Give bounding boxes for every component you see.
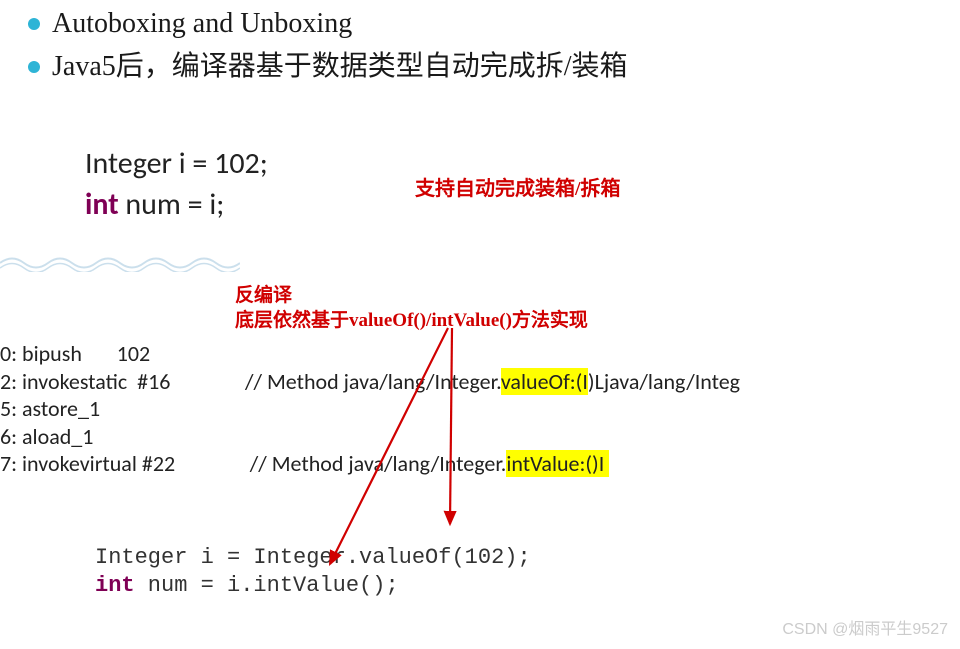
code-sample-autoboxing: Integer i = 102; int num = i;: [85, 144, 268, 225]
bullet-dot-icon: [28, 18, 40, 30]
bytecode-listing: 0: bipush 102 2: invokestatic #16 // Met…: [0, 340, 740, 478]
code-line-2: int num = i;: [85, 185, 268, 226]
bullet-text-2: Java5后，编译器基于数据类型自动完成拆/装箱: [52, 47, 628, 86]
annotation-support-autoboxing: 支持自动完成装箱/拆箱: [415, 172, 621, 201]
annotation-decompile-line2: 底层依然基于valueOf()/intValue()方法实现: [235, 309, 588, 334]
keyword-int: int: [95, 573, 135, 598]
keyword-int: int: [85, 186, 119, 223]
bullet-text-1: Autoboxing and Unboxing: [52, 4, 352, 43]
bullet-dot-icon: [28, 61, 40, 73]
bullet-autoboxing: Autoboxing and Unboxing: [0, 4, 960, 43]
wavy-decoration-icon: [0, 254, 240, 272]
annotation-decompile: 反编译 底层依然基于valueOf()/intValue()方法实现: [235, 284, 588, 333]
code-line-1: Integer i = 102;: [85, 144, 268, 185]
code-line-2-rest: num = i;: [119, 186, 225, 223]
bullet-java5: Java5后，编译器基于数据类型自动完成拆/装箱: [0, 47, 960, 86]
highlight-intvalue: intValue:()I: [506, 450, 609, 477]
highlight-valueof: valueOf:(I: [501, 368, 588, 395]
code-sample-desugared: Integer i = Integer.valueOf(102); int nu…: [95, 544, 531, 599]
watermark-text: CSDN @烟雨平生9527: [782, 615, 948, 639]
annotation-decompile-line1: 反编译: [235, 284, 588, 309]
